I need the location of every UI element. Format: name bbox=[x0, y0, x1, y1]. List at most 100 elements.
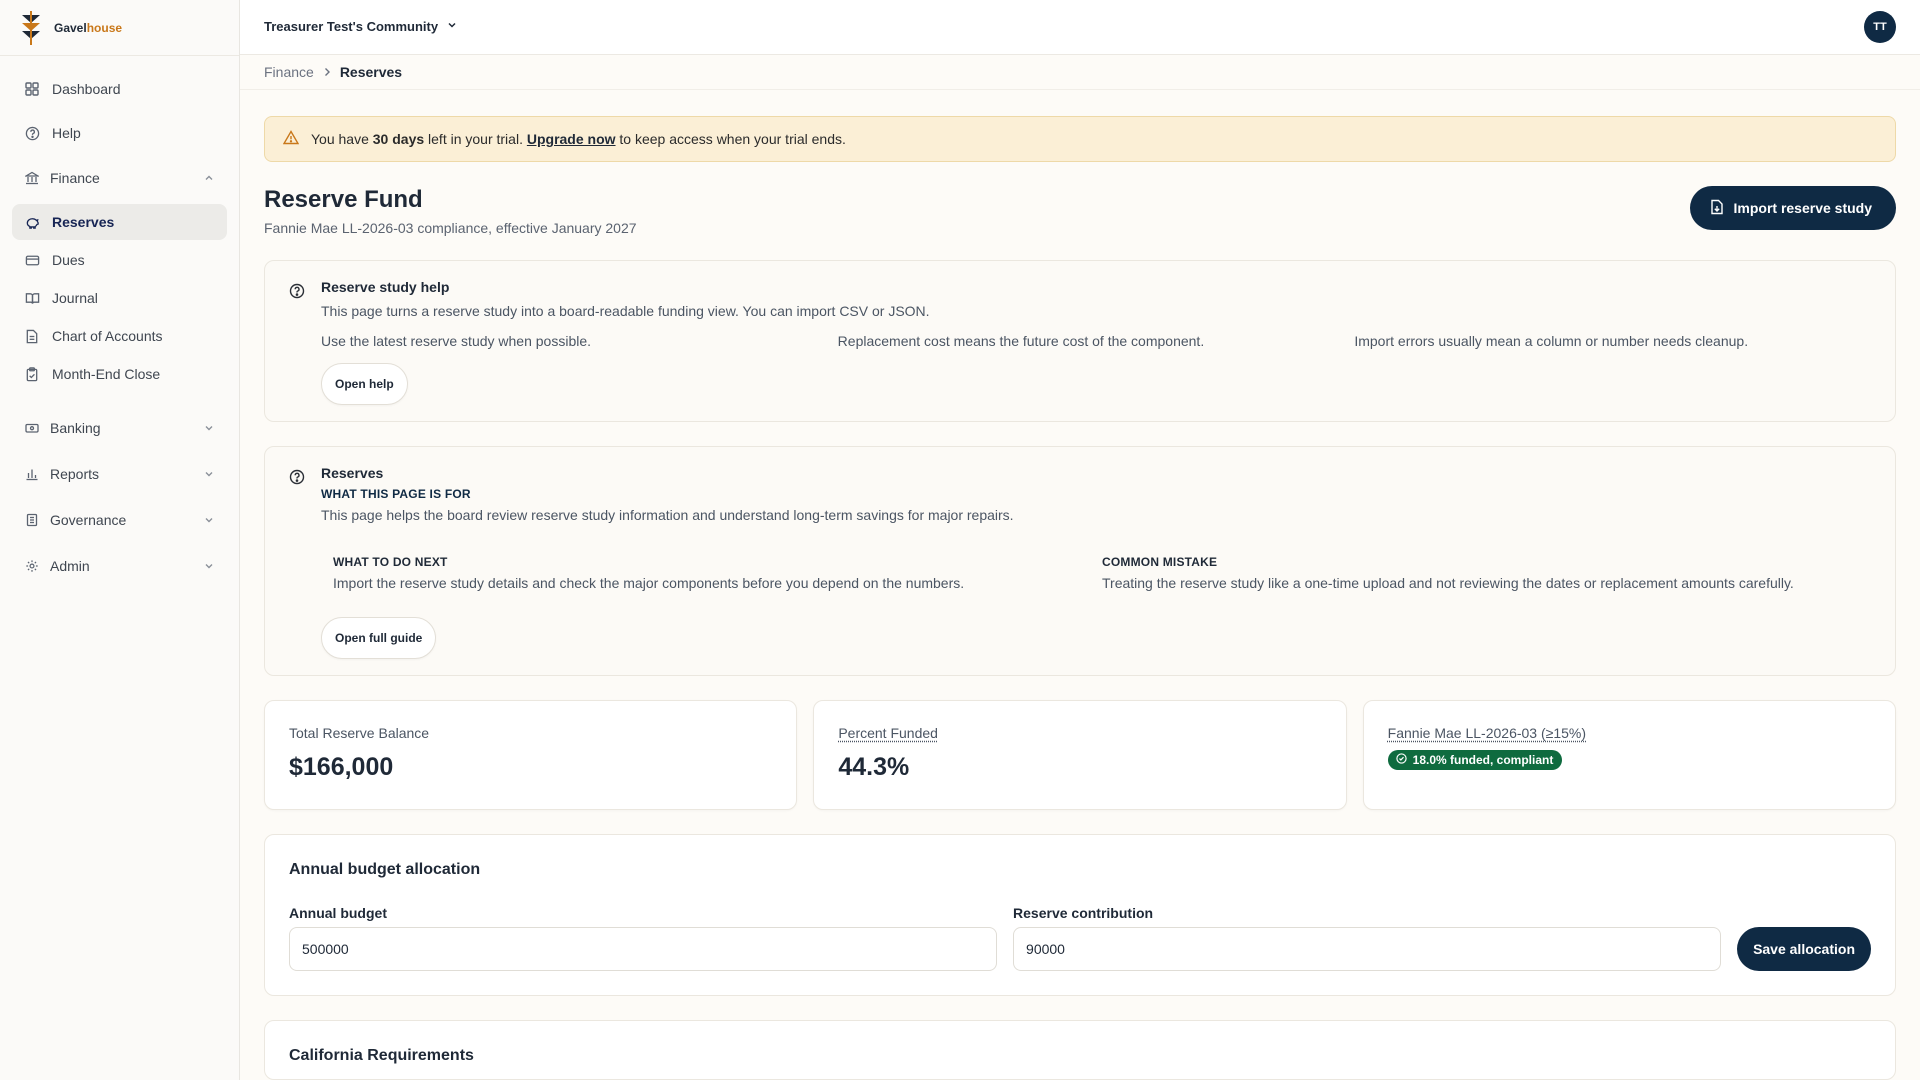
page-title: Reserve Fund bbox=[264, 186, 423, 213]
sidebar-item-journal[interactable]: Journal bbox=[12, 280, 227, 316]
breadcrumb: Finance Reserves bbox=[240, 55, 1920, 90]
compliance-badge-label: 18.0% funded, compliant bbox=[1412, 753, 1554, 767]
stats-row: Total Reserve Balance $166,000 Percent F… bbox=[264, 700, 1896, 810]
bank-icon bbox=[24, 170, 40, 186]
percent-funded-card: Percent Funded 44.3% bbox=[813, 700, 1347, 810]
annual-budget-label: Annual budget bbox=[289, 905, 387, 921]
chevron-down-icon bbox=[203, 514, 215, 526]
stat-label[interactable]: Fannie Mae LL-2026-03 (≥15%) bbox=[1388, 725, 1871, 741]
sidebar-group-label: Admin bbox=[50, 558, 90, 574]
guide-body: Reserves WHAT THIS PAGE IS FOR This page… bbox=[321, 465, 1871, 659]
chevron-right-icon bbox=[322, 64, 332, 80]
stat-label[interactable]: Percent Funded bbox=[838, 725, 1321, 741]
sidebar-item-label: Month-End Close bbox=[52, 366, 161, 382]
page-heading-group: Reserve Fund Fannie Mae LL-2026-03 compl… bbox=[264, 186, 637, 236]
clipboard-check-icon bbox=[24, 366, 40, 382]
help-body: Reserve study help This page turns a res… bbox=[321, 279, 1871, 405]
guide-next-kicker: WHAT TO DO NEXT bbox=[333, 555, 448, 569]
sidebar-group-banking[interactable]: Banking bbox=[12, 408, 227, 448]
help-circle-icon bbox=[289, 283, 307, 301]
open-help-button[interactable]: Open help bbox=[321, 363, 408, 405]
wallet-icon bbox=[24, 420, 40, 436]
sidebar-group-label: Governance bbox=[50, 512, 127, 528]
sidebar-item-label: Chart of Accounts bbox=[52, 328, 163, 344]
sidebar-nav: Dashboard Help Finance Reserves Dues Jou… bbox=[0, 56, 239, 606]
open-full-guide-button[interactable]: Open full guide bbox=[321, 617, 437, 659]
sidebar-item-reserves[interactable]: Reserves bbox=[12, 204, 227, 240]
save-allocation-button[interactable]: Save allocation bbox=[1737, 927, 1871, 971]
sidebar-group-label: Reports bbox=[50, 466, 100, 482]
stat-value: 44.3% bbox=[838, 753, 910, 781]
guide-next: WHAT TO DO NEXT Import the reserve study… bbox=[333, 549, 1102, 591]
sidebar-item-dues[interactable]: Dues bbox=[12, 242, 227, 278]
compliance-badge: 18.0% funded, compliant bbox=[1387, 750, 1563, 770]
finance-submenu: Reserves Dues Journal Chart of Accounts … bbox=[12, 204, 227, 392]
import-button-label: Import reserve study bbox=[1733, 200, 1873, 216]
sidebar-item-label: Journal bbox=[52, 290, 98, 306]
brand-logo[interactable]: Gavelhouse bbox=[0, 0, 239, 56]
trial-days: 30 days bbox=[372, 131, 425, 147]
reserve-contribution-input[interactable] bbox=[1013, 927, 1722, 971]
trial-middle: left in your trial. bbox=[428, 131, 523, 147]
help-tip: Use the latest reserve study when possib… bbox=[321, 333, 592, 349]
check-circle-icon bbox=[1395, 753, 1407, 767]
brand-name: Gavelhouse bbox=[54, 21, 122, 35]
sidebar-group-admin[interactable]: Admin bbox=[12, 546, 227, 586]
breadcrumb-current: Reserves bbox=[339, 63, 403, 80]
help-title: Reserve study help bbox=[321, 279, 450, 295]
main-area: Treasurer Test's Community TT Finance Re… bbox=[240, 0, 1920, 1080]
user-avatar[interactable]: TT bbox=[1864, 10, 1896, 43]
annual-budget-input[interactable] bbox=[289, 927, 998, 971]
chevron-down-icon bbox=[203, 422, 215, 434]
california-title: California Requirements bbox=[289, 1047, 474, 1064]
file-text-icon bbox=[24, 328, 40, 344]
import-reserve-study-button[interactable]: Import reserve study bbox=[1689, 186, 1896, 230]
sidebar-item-dashboard[interactable]: Dashboard bbox=[12, 70, 227, 108]
file-import-icon bbox=[1710, 199, 1724, 218]
guide-kicker: WHAT THIS PAGE IS FOR bbox=[321, 487, 471, 501]
topbar: Treasurer Test's Community TT bbox=[240, 0, 1920, 55]
warning-triangle-icon bbox=[282, 130, 300, 148]
reserves-guide-card: Reserves WHAT THIS PAGE IS FOR This page… bbox=[264, 446, 1896, 676]
bar-chart-icon bbox=[24, 466, 40, 482]
help-circle-icon bbox=[289, 469, 307, 487]
chevron-up-icon bbox=[203, 172, 215, 184]
guide-mistake-text: Treating the reserve study like a one-ti… bbox=[1102, 575, 1794, 591]
guide-mistake-kicker: COMMON MISTAKE bbox=[1102, 555, 1218, 569]
community-name: Treasurer Test's Community bbox=[264, 19, 439, 35]
help-tips: Use the latest reserve study when possib… bbox=[321, 333, 1871, 349]
breadcrumb-finance[interactable]: Finance bbox=[264, 64, 314, 80]
gavel-logo-icon bbox=[18, 10, 44, 45]
stat-label: Total Reserve Balance bbox=[289, 725, 430, 741]
sidebar-item-label: Reserves bbox=[52, 214, 115, 230]
chevron-down-icon bbox=[203, 560, 215, 572]
sidebar-item-help[interactable]: Help bbox=[12, 114, 227, 152]
guide-next-text: Import the reserve study details and che… bbox=[333, 575, 965, 591]
sidebar-group-governance[interactable]: Governance bbox=[12, 500, 227, 540]
page-content: You have 30 days left in your trial. Upg… bbox=[240, 90, 1920, 1080]
help-tip: Import errors usually mean a column or n… bbox=[1354, 333, 1749, 349]
sidebar-item-label: Help bbox=[52, 125, 81, 141]
sidebar-group-label: Banking bbox=[50, 420, 101, 436]
sidebar-item-chart-of-accounts[interactable]: Chart of Accounts bbox=[12, 318, 227, 354]
sidebar-item-label: Dashboard bbox=[52, 81, 121, 97]
community-switcher[interactable]: Treasurer Test's Community bbox=[264, 19, 458, 34]
upgrade-now-link[interactable]: Upgrade now bbox=[527, 131, 616, 147]
sidebar-group-reports[interactable]: Reports bbox=[12, 454, 227, 494]
app-root: Gavelhouse Dashboard Help Finance Reserv… bbox=[0, 0, 1920, 1080]
help-tip: Replacement cost means the future cost o… bbox=[837, 333, 1205, 349]
guide-mistake: COMMON MISTAKE Treating the reserve stud… bbox=[1102, 549, 1871, 591]
allocation-title: Annual budget allocation bbox=[289, 861, 481, 878]
page-header: Reserve Fund Fannie Mae LL-2026-03 compl… bbox=[264, 186, 1896, 236]
brand-name-part1: Gavel bbox=[54, 20, 87, 35]
page-subtitle: Fannie Mae LL-2026-03 compliance, effect… bbox=[264, 220, 637, 236]
fannie-mae-compliance-card: Fannie Mae LL-2026-03 (≥15%) 18.0% funde… bbox=[1362, 700, 1896, 810]
brand-name-part2: house bbox=[86, 20, 123, 35]
annual-budget-field: Annual budget bbox=[289, 905, 998, 971]
sidebar-group-finance[interactable]: Finance bbox=[12, 158, 227, 198]
chevron-down-icon bbox=[203, 468, 215, 480]
sidebar-item-month-end-close[interactable]: Month-End Close bbox=[12, 356, 227, 392]
reserve-study-help-card: Reserve study help This page turns a res… bbox=[264, 260, 1896, 422]
sidebar-group-label: Finance bbox=[50, 170, 100, 186]
